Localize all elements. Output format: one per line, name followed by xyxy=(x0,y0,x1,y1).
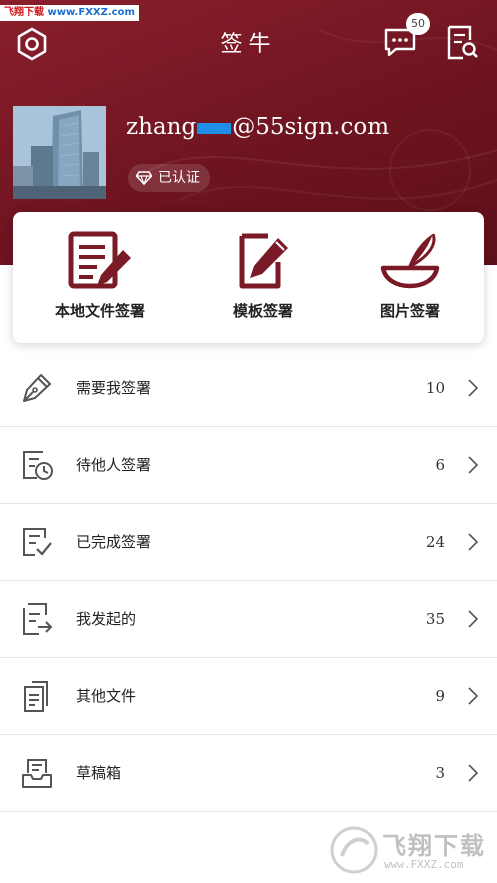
menu-item-count: 3 xyxy=(435,764,445,782)
menu-item-other-files[interactable]: 其他文件 9 xyxy=(0,658,497,735)
document-clock-icon xyxy=(23,451,53,480)
watermark-site-name: 飞翔下载 xyxy=(4,7,44,18)
document-send-icon xyxy=(23,603,53,635)
email-prefix: zhang xyxy=(126,114,197,140)
menu-item-count: 9 xyxy=(435,687,445,705)
menu-item-count: 6 xyxy=(435,456,445,474)
verified-label: 已认证 xyxy=(158,170,200,186)
user-email: zhang @55sign.com xyxy=(126,114,389,140)
pen-nib-icon xyxy=(23,374,51,402)
watermark-brand: 飞翔下载 xyxy=(382,832,486,860)
chevron-right-icon xyxy=(468,687,479,705)
email-redaction-mask xyxy=(197,122,232,134)
menu-item-completed[interactable]: 已完成签署 24 xyxy=(0,504,497,581)
message-count-badge: 50 xyxy=(406,13,430,35)
inbox-tray-icon xyxy=(22,759,52,788)
chevron-right-icon xyxy=(468,379,479,397)
documents-icon xyxy=(24,681,48,712)
menu-item-label: 需要我签署 xyxy=(76,379,152,397)
menu-item-count: 35 xyxy=(425,610,445,628)
chevron-right-icon xyxy=(468,610,479,628)
template-sign-label: 模板签署 xyxy=(232,302,293,320)
local-file-sign-label: 本地文件签署 xyxy=(54,302,145,320)
menu-item-drafts[interactable]: 草稿箱 3 xyxy=(0,735,497,812)
menu-item-label: 已完成签署 xyxy=(76,533,152,551)
chevron-right-icon xyxy=(468,533,479,551)
image-sign-label: 图片签署 xyxy=(379,302,440,320)
chevron-right-icon xyxy=(468,456,479,474)
image-sign-button[interactable]: 图片签署 xyxy=(335,230,485,330)
watermark-top: 飞翔下载 www.FXXZ.com xyxy=(0,5,139,21)
menu-item-awaiting-others[interactable]: 待他人签署 6 xyxy=(0,427,497,504)
menu-item-label: 待他人签署 xyxy=(76,456,152,474)
document-pen-icon xyxy=(68,231,131,289)
local-file-sign-button[interactable]: 本地文件签署 xyxy=(25,230,175,330)
quick-actions-card: 本地文件签署 模板签署 图片签署 xyxy=(13,212,484,343)
menu-item-need-my-signature[interactable]: 需要我签署 10 xyxy=(0,350,497,427)
template-edit-icon xyxy=(239,233,288,289)
menu-item-initiated-by-me[interactable]: 我发起的 35 xyxy=(0,581,497,658)
chevron-right-icon xyxy=(468,764,479,782)
signature-menu-list: 需要我签署 10 待他人签署 6 已完成签署 24 我发起的 35 其他文件 9… xyxy=(0,350,497,812)
document-search-icon xyxy=(447,25,478,60)
menu-item-label: 其他文件 xyxy=(76,687,137,705)
menu-item-count: 10 xyxy=(425,379,445,397)
watermark-bottom: 飞翔下载 www.FXXZ.com xyxy=(328,822,488,878)
document-search-button[interactable] xyxy=(444,24,480,62)
menu-item-label: 我发起的 xyxy=(76,610,137,628)
document-check-icon xyxy=(23,528,52,556)
watermark-url: www.FXXZ.com xyxy=(47,7,135,18)
verified-badge: 已认证 xyxy=(128,164,210,192)
building-photo xyxy=(13,106,106,199)
menu-item-label: 草稿箱 xyxy=(76,764,122,782)
menu-item-count: 24 xyxy=(425,533,445,551)
quill-inkwell-icon xyxy=(380,233,440,289)
email-domain: @55sign.com xyxy=(232,114,389,140)
template-sign-button[interactable]: 模板签署 xyxy=(188,230,338,330)
watermark-url: www.FXXZ.com xyxy=(384,858,464,871)
avatar[interactable] xyxy=(13,106,106,199)
diamond-icon xyxy=(136,171,152,185)
